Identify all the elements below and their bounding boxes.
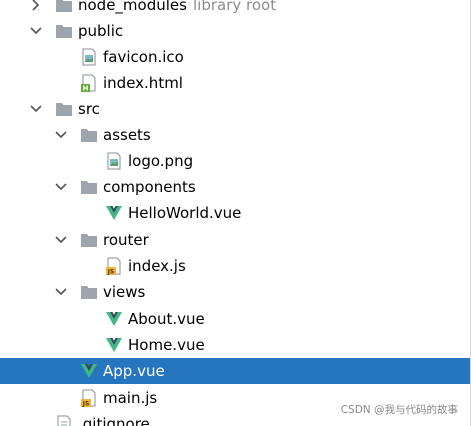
tree-item-public[interactable]: public xyxy=(0,18,470,44)
tree-item-app-vue[interactable]: App.vue xyxy=(0,358,470,384)
tree-item-label: src xyxy=(78,100,100,118)
tree-item-views[interactable]: views xyxy=(0,279,470,305)
tree-item-label: components xyxy=(103,178,196,196)
tree-item-helloworld-vue[interactable]: HelloWorld.vue xyxy=(0,200,470,226)
tree-item-label: public xyxy=(78,22,124,40)
tree-item-home-vue[interactable]: Home.vue xyxy=(0,332,470,358)
watermark-text: CSDN @我与代码的故事 xyxy=(340,404,458,416)
chevron-down-icon[interactable] xyxy=(55,181,67,193)
folder-icon xyxy=(81,181,97,194)
project-file-tree: node_modules library root public favicon… xyxy=(0,0,471,426)
chevron-down-icon[interactable] xyxy=(55,129,67,141)
tree-item-label: assets xyxy=(103,126,151,144)
js-file-icon: JS xyxy=(81,389,96,408)
svg-text:JS: JS xyxy=(107,269,115,276)
folder-icon xyxy=(56,0,72,12)
svg-text:H: H xyxy=(83,85,89,93)
chevron-down-icon[interactable] xyxy=(55,234,67,246)
tree-item-label: About.vue xyxy=(128,310,205,328)
tree-item-src[interactable]: src xyxy=(0,96,470,122)
tree-item-label: index.js xyxy=(128,257,186,275)
tree-item-index-js[interactable]: JS index.js xyxy=(0,253,470,279)
tree-item-label: favicon.ico xyxy=(103,48,184,66)
tree-item-components[interactable]: components xyxy=(0,174,470,200)
tree-item-label: node_modules xyxy=(78,0,187,14)
tree-item-favicon[interactable]: favicon.ico xyxy=(0,44,470,70)
tree-item-about-vue[interactable]: About.vue xyxy=(0,306,470,332)
folder-icon xyxy=(81,234,97,247)
tree-item-label: index.html xyxy=(103,74,183,92)
chevron-right-icon[interactable] xyxy=(30,0,42,11)
tree-item-label: router xyxy=(103,231,149,249)
chevron-down-icon[interactable] xyxy=(30,25,42,37)
folder-icon xyxy=(56,25,72,38)
tree-item-router[interactable]: router xyxy=(0,227,470,253)
text-file-icon xyxy=(57,415,71,426)
chevron-down-icon[interactable] xyxy=(55,286,67,298)
folder-icon xyxy=(81,129,97,142)
folder-icon xyxy=(56,103,72,116)
tree-item-node-modules[interactable]: node_modules library root xyxy=(0,0,470,18)
tree-item-label: logo.png xyxy=(128,152,194,170)
folder-icon xyxy=(81,286,97,299)
tree-item-logo-png[interactable]: logo.png xyxy=(0,148,470,174)
tree-item-assets[interactable]: assets xyxy=(0,122,470,148)
tree-item-label: .gitignore xyxy=(78,415,150,426)
tree-item-label: HelloWorld.vue xyxy=(128,204,242,222)
js-file-icon: JS xyxy=(106,257,121,276)
vue-file-icon xyxy=(106,312,122,326)
tree-item-label: Home.vue xyxy=(128,336,205,354)
svg-text:JS: JS xyxy=(82,401,90,408)
tree-item-label: App.vue xyxy=(103,362,165,380)
vue-file-icon xyxy=(106,206,122,220)
image-file-icon xyxy=(82,48,96,66)
chevron-down-icon[interactable] xyxy=(30,103,42,115)
tree-item-label: main.js xyxy=(103,389,158,407)
tree-item-index-html[interactable]: H index.html xyxy=(0,70,470,96)
tree-item-label: views xyxy=(103,283,146,301)
html-file-icon: H xyxy=(81,74,96,93)
library-root-hint: library root xyxy=(193,0,277,14)
vue-file-icon xyxy=(106,338,122,352)
vue-file-icon xyxy=(81,364,97,378)
image-file-icon xyxy=(107,152,121,170)
